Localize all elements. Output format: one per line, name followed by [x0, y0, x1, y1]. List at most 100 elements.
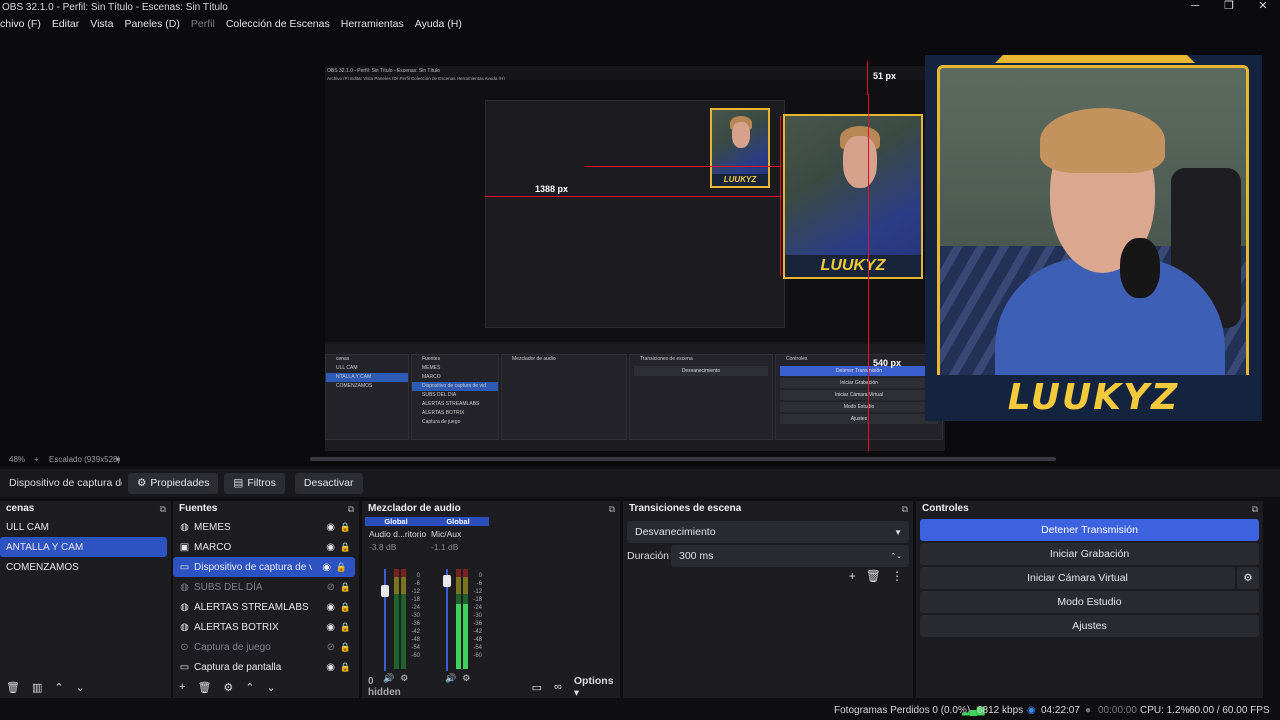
lock-icon[interactable]: 🔒 [340, 602, 351, 613]
studio-mode-button[interactable]: Modo Estudio [920, 591, 1259, 613]
source-item[interactable]: ◍ SUBS DEL DÍA ⊘ 🔒 [173, 577, 359, 597]
menu-file[interactable]: chivo (F) [0, 18, 41, 30]
add-transition-icon[interactable]: + [849, 569, 856, 583]
source-item[interactable]: ◍ MEMES ◉ 🔒 [173, 517, 359, 537]
preview-zoom-strip: 48% + Escalado (939x528) ▾ [0, 451, 1280, 467]
lock-icon[interactable]: 🔒 [340, 582, 351, 593]
scene-filters-icon[interactable]: ▥ [32, 681, 42, 694]
lock-icon[interactable]: 🔒 [340, 622, 351, 633]
start-virtual-camera-button[interactable]: Iniciar Cámara Virtual [920, 567, 1235, 589]
eye-icon[interactable]: ◉ [322, 562, 331, 573]
filters-button[interactable]: ▤ Filtros [224, 472, 285, 494]
options-button[interactable]: Options ▾ [574, 675, 620, 699]
undock-icon[interactable]: ⧉ [609, 501, 615, 517]
source-item[interactable]: ◍ ALERTAS BOTRIX ◉ 🔒 [173, 617, 359, 637]
scene-item[interactable]: ULL CAM [0, 517, 171, 537]
lock-icon[interactable]: 🔒 [340, 662, 351, 673]
undock-icon[interactable]: ⧉ [348, 501, 354, 517]
move-down-icon[interactable]: ⌄ [76, 681, 85, 694]
preview-area[interactable]: OBS 32.1.0 - Perfil: Sin Título - Escena… [0, 33, 1280, 451]
menu-scene-collection[interactable]: Colección de Escenas [226, 18, 330, 30]
mixer-footer: 0 hidden ▭ ∞ Options ▾ [362, 675, 620, 699]
db-scale-tick: -24 [411, 605, 420, 611]
layout-icon[interactable]: ▭ [532, 681, 542, 694]
scaling-dropdown-icon[interactable]: ▾ [116, 455, 120, 464]
undock-icon[interactable]: ⧉ [902, 501, 908, 517]
close-button[interactable]: ✕ [1246, 0, 1280, 15]
menu-view[interactable]: Vista [90, 18, 113, 30]
deactivate-button[interactable]: Desactivar [294, 472, 363, 494]
channel-name[interactable]: Audio d...ritorio [365, 529, 427, 539]
menu-bar: chivo (F) Editar Vista Paneles (D) Perfi… [0, 15, 1280, 33]
scaling-label[interactable]: Escalado (939x528) [49, 455, 120, 464]
minimize-button[interactable]: ─ [1178, 0, 1212, 15]
source-item-selected[interactable]: ▭ Dispositivo de captura de vide ◉ 🔒 [173, 557, 355, 577]
eye-icon[interactable]: ◉ [326, 622, 335, 633]
preview-scrollbar[interactable] [310, 457, 1056, 461]
lock-icon[interactable]: 🔒 [340, 522, 351, 533]
duration-row: Duración 300 ms ⌃⌄ [627, 545, 909, 567]
settings-button[interactable]: Ajustes [920, 615, 1259, 637]
move-up-icon[interactable]: ⌃ [245, 681, 254, 694]
eye-icon[interactable]: ◉ [326, 602, 335, 613]
zoom-level[interactable]: 48% [9, 455, 25, 464]
eye-hidden-icon[interactable]: ⊘ [327, 642, 335, 653]
volume-slider-knob[interactable] [381, 585, 389, 597]
channel-name[interactable]: Mic/Aux [427, 529, 489, 539]
db-scale: 0 -6 -12 -18 -24 -30 -36 -42 -48 -54 -60 [406, 572, 420, 660]
menu-help[interactable]: Ayuda (H) [415, 18, 462, 30]
source-label: ALERTAS BOTRIX [194, 621, 279, 633]
add-source-icon[interactable]: + [179, 681, 185, 693]
remove-scene-icon[interactable]: 🗑 [6, 681, 20, 694]
menu-docks[interactable]: Paneles (D) [124, 18, 179, 30]
globe-icon: ◍ [180, 581, 189, 593]
nested-mixer-head: Mezclador de audio [512, 356, 556, 362]
window-controls: ─ ❐ ✕ [1178, 0, 1280, 15]
maximize-button[interactable]: ❐ [1212, 0, 1246, 15]
guide-line-horizontal [585, 166, 781, 167]
lock-icon[interactable]: 🔒 [340, 542, 351, 553]
scene-item[interactable]: COMENZAMOS [0, 557, 171, 577]
webcam-overlay[interactable]: LUUKYZ [925, 55, 1262, 421]
source-item[interactable]: ▭ Captura de pantalla ◉ 🔒 [173, 657, 359, 677]
eye-icon[interactable]: ◉ [326, 522, 335, 533]
source-item[interactable]: ◍ ALERTAS STREAMLABS ◉ 🔒 [173, 597, 359, 617]
source-settings-icon[interactable]: ⚙ [223, 681, 233, 694]
menu-tools[interactable]: Herramientas [341, 18, 404, 30]
camera-icon: ▭ [179, 561, 190, 573]
more-options-icon[interactable]: ⋮ [891, 569, 903, 583]
spinner-icon[interactable]: ⌃⌄ [890, 552, 902, 560]
menu-profile[interactable]: Perfil [191, 18, 215, 30]
volume-slider[interactable] [443, 569, 451, 671]
eye-icon[interactable]: ◉ [326, 542, 335, 553]
volume-slider[interactable] [381, 569, 389, 671]
preview-canvas[interactable]: OBS 32.1.0 - Perfil: Sin Título - Escena… [325, 66, 945, 451]
undock-icon[interactable]: ⧉ [160, 501, 166, 517]
stop-streaming-button[interactable]: Detener Transmisión [920, 519, 1259, 541]
nested-source-item: SUBS DEL DIA [422, 392, 457, 398]
virtual-camera-gear-icon[interactable]: ⚙ [1237, 567, 1259, 589]
transition-select[interactable]: Desvanecimiento ▼ [627, 521, 909, 543]
properties-button[interactable]: ⚙ Propiedades [128, 472, 219, 494]
link-icon[interactable]: ∞ [554, 681, 562, 693]
zoom-in-button[interactable]: + [34, 455, 39, 464]
remove-transition-icon[interactable]: 🗑 [866, 569, 881, 583]
remove-source-icon[interactable]: 🗑 [197, 681, 211, 694]
scene-item-selected[interactable]: ANTALLA Y CAM [0, 537, 167, 557]
nested-cam-frame-small: LUUKYZ [710, 108, 770, 188]
menu-edit[interactable]: Editar [52, 18, 79, 30]
eye-hidden-icon[interactable]: ⊘ [327, 582, 335, 593]
start-recording-button[interactable]: Iniciar Grabación [920, 543, 1259, 565]
move-down-icon[interactable]: ⌄ [267, 681, 276, 694]
db-scale-tick: -42 [411, 629, 420, 635]
guide-label-51: 51 px [873, 71, 897, 81]
duration-input[interactable]: 300 ms ⌃⌄ [671, 545, 909, 567]
source-item[interactable]: ⊙ Captura de juego ⊘ 🔒 [173, 637, 359, 657]
undock-icon[interactable]: ⧉ [1252, 501, 1258, 517]
source-item[interactable]: ▣ MARCO ◉ 🔒 [173, 537, 359, 557]
move-up-icon[interactable]: ⌃ [54, 681, 63, 694]
eye-icon[interactable]: ◉ [326, 662, 335, 673]
volume-slider-knob[interactable] [443, 575, 451, 587]
lock-icon[interactable]: 🔒 [336, 562, 347, 573]
lock-icon[interactable]: 🔒 [340, 642, 351, 653]
